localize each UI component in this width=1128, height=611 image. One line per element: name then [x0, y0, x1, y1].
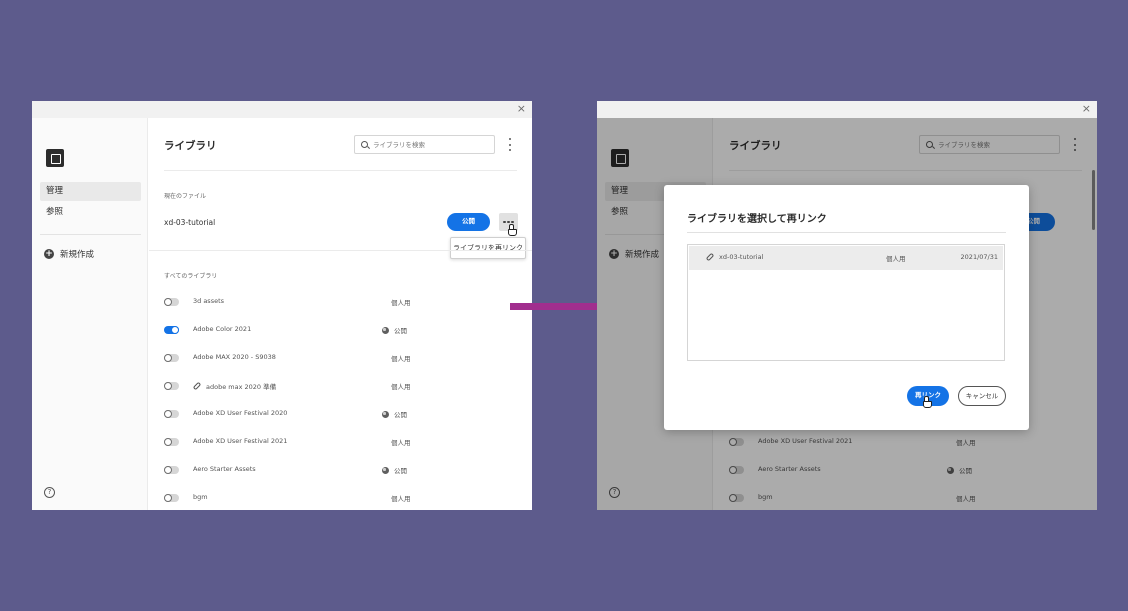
hand-cursor-icon — [507, 224, 517, 236]
globe-icon — [382, 326, 389, 334]
library-panel-window: × 管理 参照 + 新規作成 ? ライブラリ 現在のファイル xd-03-tut… — [32, 101, 532, 510]
close-icon[interactable]: × — [517, 102, 526, 116]
library-toggle[interactable] — [164, 354, 179, 362]
library-name: Adobe Color 2021 — [193, 325, 252, 333]
library-name: Adobe MAX 2020 - S9038 — [193, 353, 276, 361]
sidebar-item-manage[interactable]: 管理 — [40, 182, 141, 201]
library-name: Adobe XD User Festival 2020 — [193, 409, 288, 417]
globe-icon — [382, 466, 389, 474]
link-icon — [705, 252, 715, 262]
library-toggle[interactable] — [164, 382, 179, 390]
search-input[interactable] — [373, 140, 483, 149]
current-file-name: xd-03-tutorial — [164, 218, 216, 227]
library-toggle[interactable] — [164, 466, 179, 474]
library-toggle[interactable] — [164, 410, 179, 418]
title-bar: × — [32, 101, 532, 118]
library-status: 個人用 — [391, 299, 411, 307]
close-icon[interactable]: × — [1082, 102, 1091, 116]
divider — [164, 170, 517, 171]
library-name: bgm — [193, 493, 208, 501]
search-icon — [361, 141, 368, 148]
library-logo-icon — [46, 149, 64, 167]
more-options-icon[interactable] — [507, 138, 513, 151]
library-status: 個人用 — [391, 439, 411, 447]
library-list: xd-03-tutorial 個人用 2021/07/31 — [687, 244, 1005, 361]
section-current-file: 現在のファイル — [164, 193, 207, 200]
library-status: 個人用 — [391, 383, 411, 391]
item-date: 2021/07/31 — [960, 253, 998, 261]
main-content: ライブラリ 現在のファイル xd-03-tutorial 公開 ライブラリを再リ… — [149, 118, 532, 510]
link-icon — [192, 381, 202, 391]
dialog-title: ライブラリを選択して再リンク — [687, 214, 827, 225]
library-row[interactable]: Aero Starter Assets 公開 — [164, 464, 514, 478]
relink-dialog: ライブラリを選択して再リンク xd-03-tutorial 個人用 2021/0… — [664, 185, 1029, 430]
library-row[interactable]: Adobe XD User Festival 2021 個人用 — [164, 436, 514, 450]
search-box[interactable] — [354, 135, 495, 154]
new-library-button[interactable]: + 新規作成 — [44, 248, 94, 260]
library-name: Aero Starter Assets — [193, 465, 256, 473]
section-all-libraries: すべてのライブラリ — [164, 273, 218, 280]
library-panel-window-with-dialog: × 管理 参照 + 新規作成 ? ライブラリ 公開 Adobe XD User … — [597, 101, 1097, 510]
hand-cursor-icon — [922, 396, 932, 408]
library-name: adobe max 2020 準備 — [192, 381, 276, 391]
plus-icon: + — [44, 249, 54, 259]
library-status: 個人用 — [391, 355, 411, 363]
sidebar: 管理 参照 + 新規作成 ? — [32, 118, 148, 510]
library-status: 公開 — [382, 409, 407, 419]
library-status: 公開 — [382, 325, 407, 335]
library-toggle[interactable] — [164, 494, 179, 502]
item-name: xd-03-tutorial — [719, 253, 764, 261]
library-toggle[interactable] — [164, 326, 179, 334]
library-row[interactable]: Adobe MAX 2020 - S9038 個人用 — [164, 352, 514, 366]
library-name: 3d assets — [193, 297, 225, 305]
page-title: ライブラリ — [164, 140, 217, 152]
sidebar-item-browse[interactable]: 参照 — [40, 203, 141, 222]
library-row[interactable]: Adobe XD User Festival 2020 公開 — [164, 408, 514, 422]
library-row[interactable]: bgm 個人用 — [164, 492, 514, 506]
divider — [149, 250, 532, 251]
sidebar-divider — [40, 234, 141, 235]
divider — [687, 232, 1006, 233]
library-status: 個人用 — [391, 495, 411, 503]
help-icon[interactable]: ? — [44, 487, 55, 498]
library-name: Adobe XD User Festival 2021 — [193, 437, 288, 445]
library-toggle[interactable] — [164, 298, 179, 306]
library-toggle[interactable] — [164, 438, 179, 446]
library-row[interactable]: adobe max 2020 準備 個人用 — [164, 380, 514, 394]
publish-button[interactable]: 公開 — [447, 213, 490, 231]
item-type: 個人用 — [886, 255, 906, 263]
library-row[interactable]: 3d assets 個人用 — [164, 296, 514, 310]
relink-tooltip[interactable]: ライブラリを再リンク — [450, 237, 526, 259]
list-item[interactable]: xd-03-tutorial 個人用 2021/07/31 — [689, 246, 1003, 270]
cancel-button[interactable]: キャンセル — [958, 386, 1006, 406]
library-status: 公開 — [382, 465, 407, 475]
title-bar: × — [597, 101, 1097, 118]
globe-icon — [382, 410, 389, 418]
library-row[interactable]: Adobe Color 2021 公開 — [164, 324, 514, 338]
arrow-right-icon — [510, 303, 610, 310]
